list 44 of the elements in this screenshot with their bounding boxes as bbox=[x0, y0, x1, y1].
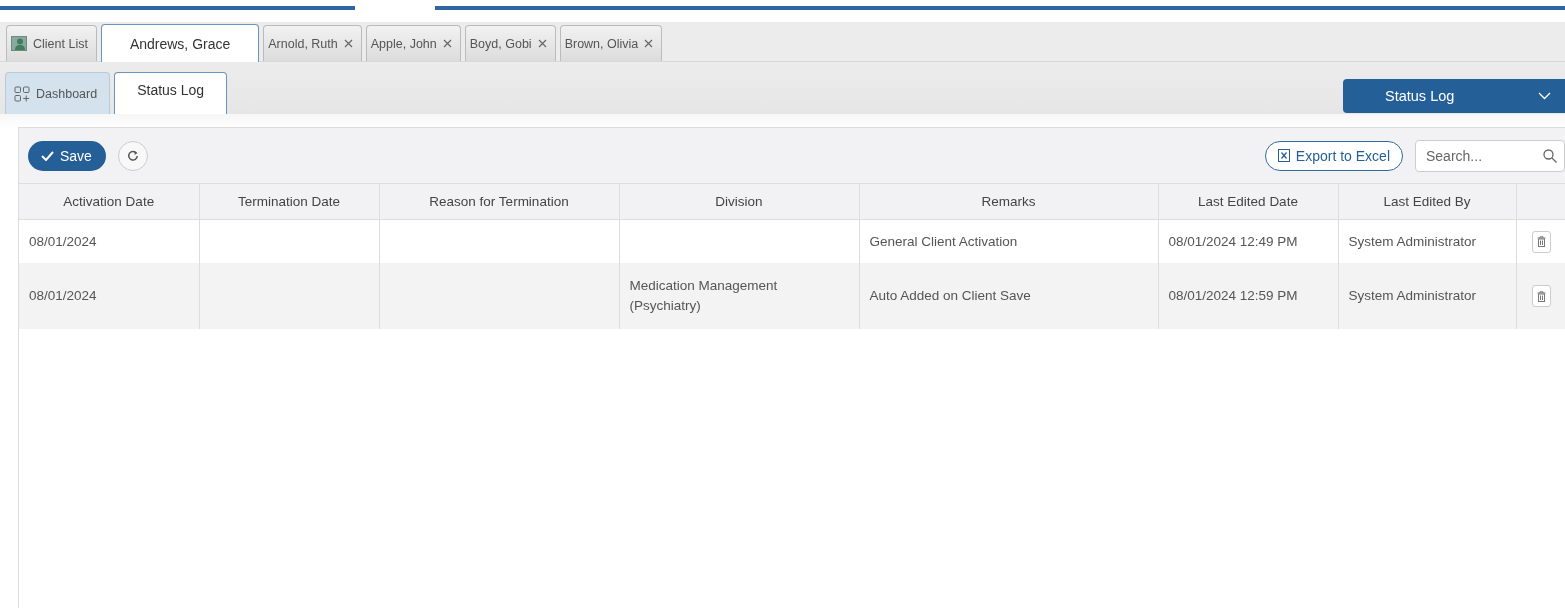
table-cell: 08/01/2024 12:49 PM bbox=[1168, 233, 1298, 249]
column-header: Division bbox=[715, 194, 763, 209]
table-cell: Medication Management (Psychiatry) bbox=[629, 278, 778, 313]
delete-button[interactable] bbox=[1531, 230, 1551, 253]
refresh-button[interactable] bbox=[117, 140, 148, 171]
export-button[interactable]: Export to Excel bbox=[1264, 140, 1403, 171]
refresh-icon bbox=[126, 149, 139, 162]
column-header: Last Edited Date bbox=[1198, 194, 1298, 209]
table-cell: System Administrator bbox=[1348, 233, 1477, 249]
search-field[interactable]: Search... bbox=[1415, 139, 1565, 172]
column-header: Activation Date bbox=[63, 194, 155, 209]
page-tab[interactable]: Status Log bbox=[114, 72, 228, 114]
close-icon[interactable] bbox=[537, 39, 547, 48]
column-header: Remarks bbox=[981, 194, 1036, 209]
table-cell: System Administrator bbox=[1348, 288, 1477, 304]
client-tab[interactable]: Arnold, Ruth bbox=[263, 25, 362, 61]
person-card-icon bbox=[11, 36, 27, 51]
column-header: Reason for Termination bbox=[429, 194, 569, 209]
save-button[interactable]: Save bbox=[28, 140, 106, 171]
column-header: Last Edited By bbox=[1383, 194, 1471, 209]
client-tab[interactable]: Andrews, Grace bbox=[100, 24, 260, 62]
table-cell: Auto Added on Client Save bbox=[869, 288, 1031, 304]
page-tab[interactable]: Dashboard bbox=[5, 72, 111, 114]
view-dropdown[interactable]: Status Log bbox=[1343, 79, 1565, 113]
client-tab[interactable]: Brown, Olivia bbox=[559, 25, 663, 61]
spreadsheet-icon bbox=[1277, 149, 1290, 162]
client-tab[interactable]: Boyd, Gobi bbox=[464, 25, 556, 61]
table-cell: 08/01/2024 bbox=[29, 233, 97, 249]
table-cell: General Client Activation bbox=[869, 233, 1018, 249]
client-tab[interactable]: Apple, John bbox=[365, 25, 461, 61]
trash-icon bbox=[1536, 236, 1546, 247]
trash-icon bbox=[1536, 290, 1546, 302]
grid-plus-icon bbox=[14, 85, 30, 102]
search-icon bbox=[1543, 148, 1557, 163]
table-cell: 08/01/2024 bbox=[29, 288, 97, 304]
delete-button[interactable] bbox=[1531, 285, 1551, 307]
close-icon[interactable] bbox=[644, 39, 654, 48]
chevron-down-icon bbox=[1538, 92, 1551, 100]
checkmark-icon bbox=[41, 150, 54, 161]
client-tab[interactable]: Client List bbox=[6, 25, 97, 61]
table-cell: 08/01/2024 12:59 PM bbox=[1168, 288, 1298, 304]
column-header: Termination Date bbox=[237, 194, 341, 209]
close-icon[interactable] bbox=[343, 39, 353, 48]
close-icon[interactable] bbox=[442, 39, 452, 48]
